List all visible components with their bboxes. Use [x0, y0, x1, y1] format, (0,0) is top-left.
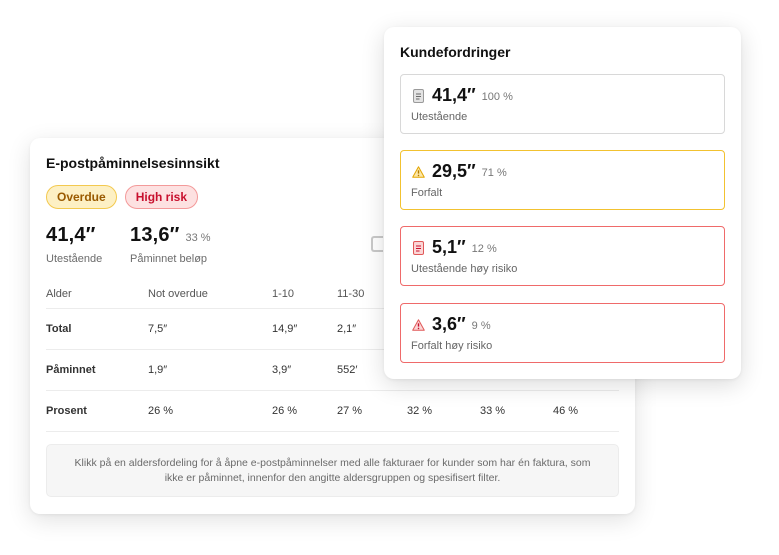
- column-header: 1-10: [272, 280, 337, 309]
- stat-value: 41,4″: [46, 224, 96, 246]
- table-row[interactable]: Prosent 26 % 26 % 27 % 32 % 33 % 46 %: [46, 390, 619, 432]
- table-cell[interactable]: 46 %: [553, 390, 619, 432]
- table-cell[interactable]: 27 %: [337, 390, 407, 432]
- column-header: Not overdue: [148, 280, 272, 309]
- table-cell[interactable]: 7,5″: [148, 308, 272, 350]
- document-icon: [411, 88, 425, 104]
- row-label: Prosent: [46, 390, 148, 432]
- checkbox[interactable]: [371, 236, 383, 252]
- document-icon: [411, 240, 425, 256]
- receivable-label: Utestående: [411, 111, 468, 123]
- warning-icon: [411, 164, 425, 180]
- receivable-value: 3,6″: [432, 314, 466, 334]
- card-title: Kundefordringer: [400, 44, 511, 60]
- receivable-value: 5,1″: [432, 237, 466, 257]
- stat-label: Påminnet beløp: [130, 253, 208, 265]
- reminded-amount-stat: 13,6″ 33 % Påminnet beløp: [130, 224, 211, 265]
- receivable-label: Forfalt høy risiko: [411, 340, 493, 352]
- filter-badges: Overdue High risk: [46, 185, 199, 209]
- table-cell[interactable]: 33 %: [480, 390, 553, 432]
- receivable-percent: 71 %: [481, 166, 507, 179]
- overdue-badge[interactable]: Overdue: [46, 185, 117, 209]
- receivable-outstanding-high-risk[interactable]: 5,1″ 12 % Utestående høy risiko: [400, 226, 725, 286]
- table-cell[interactable]: 26 %: [272, 390, 337, 432]
- high-risk-badge[interactable]: High risk: [124, 185, 199, 209]
- receivable-overdue[interactable]: 29,5″ 71 % Forfalt: [400, 150, 725, 210]
- receivable-percent: 12 %: [471, 242, 497, 255]
- receivable-label: Utestående høy risiko: [411, 263, 518, 275]
- table-cell[interactable]: 14,9″: [272, 308, 337, 350]
- warning-icon: [411, 317, 425, 333]
- info-note: Klikk på en aldersfordeling for å åpne e…: [46, 444, 619, 497]
- stat-value: 13,6″: [130, 224, 180, 246]
- stat-label: Utestående: [46, 253, 103, 265]
- outstanding-stat: 41,4″ Utestående: [46, 224, 102, 265]
- row-label: Påminnet: [46, 349, 148, 391]
- receivable-overdue-high-risk[interactable]: 3,6″ 9 % Forfalt høy risiko: [400, 303, 725, 363]
- stat-percent: 33 %: [185, 232, 211, 244]
- receivable-value: 41,4″: [432, 85, 476, 105]
- receivable-percent: 9 %: [471, 319, 491, 332]
- receivable-percent: 100 %: [481, 90, 513, 103]
- column-header: Alder: [46, 280, 148, 309]
- row-label: Total: [46, 308, 148, 350]
- table-cell[interactable]: 26 %: [148, 390, 272, 432]
- table-cell[interactable]: 1,9″: [148, 349, 272, 391]
- receivable-label: Forfalt: [411, 187, 443, 199]
- receivable-outstanding[interactable]: 41,4″ 100 % Utestående: [400, 74, 725, 134]
- table-cell[interactable]: 3,9″: [272, 349, 337, 391]
- table-cell[interactable]: 32 %: [407, 390, 480, 432]
- receivable-value: 29,5″: [432, 161, 476, 181]
- card-title: E-postpåminnelsesinnsikt: [46, 155, 220, 171]
- receivables-card: Kundefordringer 41,4″ 100 % Utestående 2…: [384, 27, 741, 379]
